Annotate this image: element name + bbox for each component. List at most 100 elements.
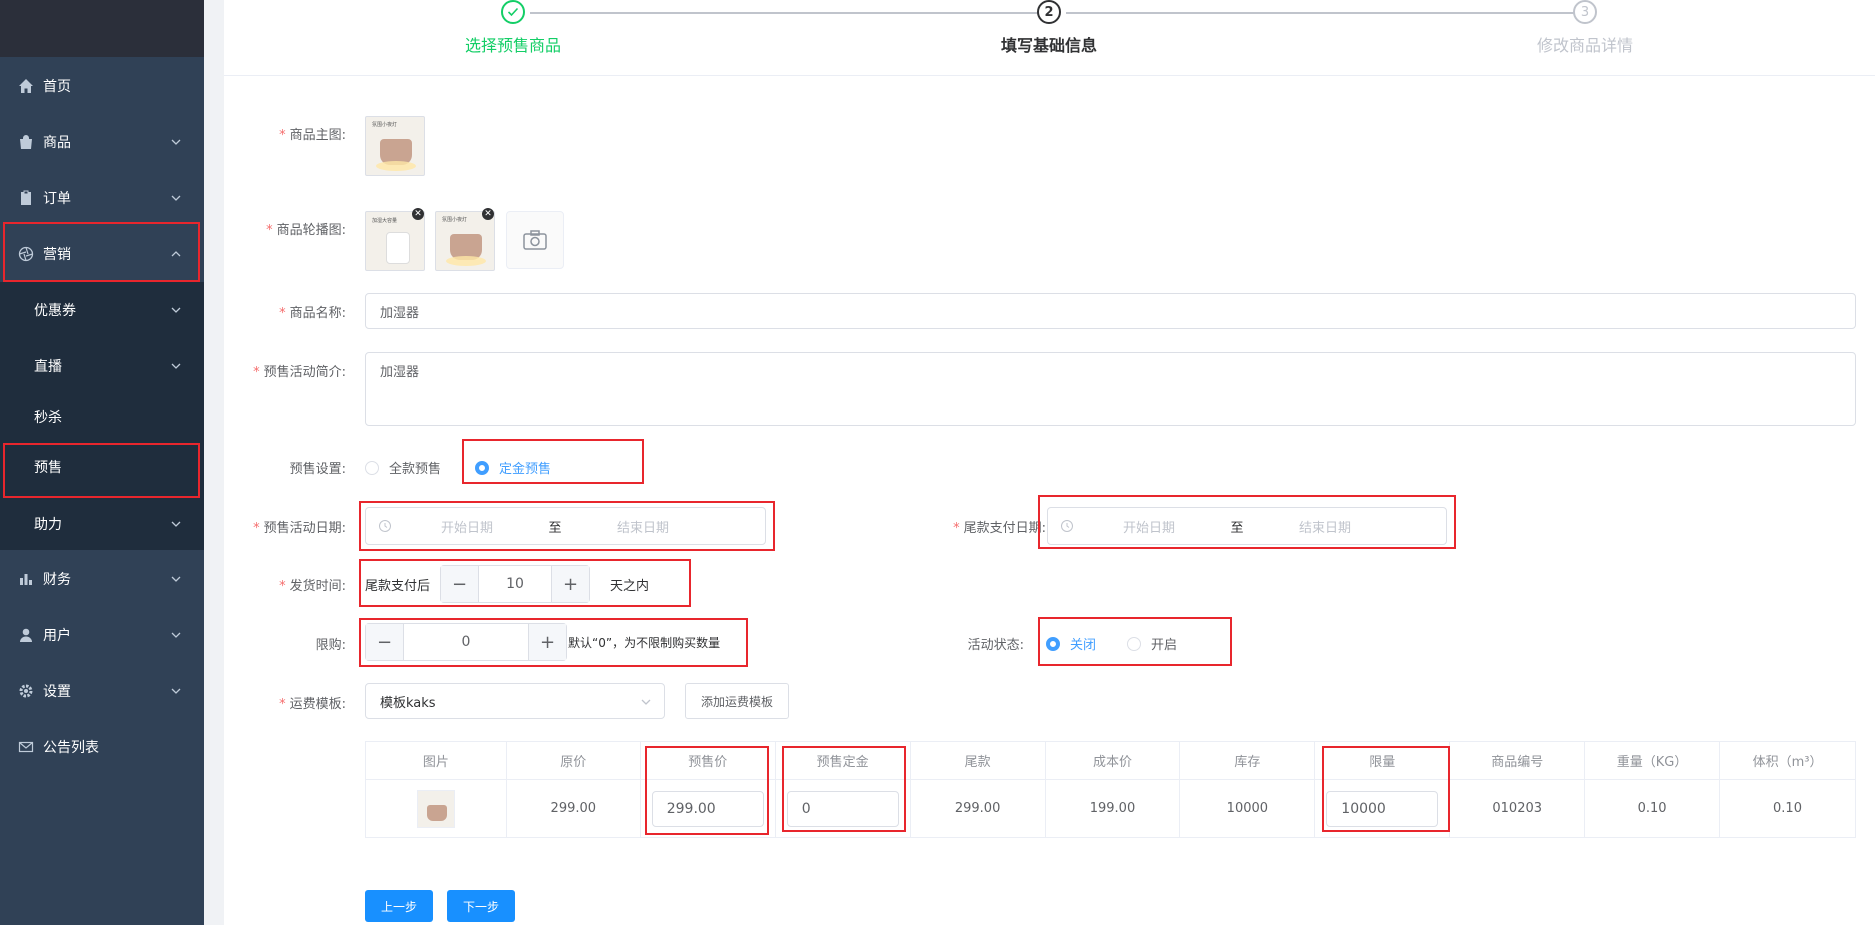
start-date-placeholder: 开始日期: [440, 520, 493, 536]
clock-icon: [379, 520, 391, 532]
table-header: 尾款: [909, 741, 1046, 780]
sidebar-item-settings[interactable]: 设置: [0, 663, 204, 719]
chevron-down-icon: [171, 576, 181, 582]
ship-days-stepper[interactable]: − 10 +: [440, 565, 590, 603]
step-1-check-icon: [501, 0, 525, 24]
step-2-title: 填写基础信息: [1000, 36, 1097, 55]
radio-status-on[interactable]: 开启: [1127, 634, 1177, 653]
ship-days-value[interactable]: 10: [479, 566, 551, 602]
sidebar-item-label: 用户: [43, 628, 71, 644]
thumb-caption: 氛围小夜灯: [372, 122, 398, 128]
chevron-down-icon: [171, 688, 181, 694]
sidebar-item-live[interactable]: 直播: [0, 338, 204, 394]
table-row: 299.00 299.00 0 299.00 199.00 10000 1000…: [365, 779, 1856, 838]
range-separator: 至: [1230, 520, 1244, 536]
mail-icon: [17, 738, 35, 756]
sidebar-item-home[interactable]: 首页: [0, 58, 204, 114]
increment-button[interactable]: +: [551, 566, 589, 602]
main-image[interactable]: 氛围小夜灯: [365, 116, 425, 176]
decrement-button[interactable]: −: [366, 624, 404, 660]
table-header-row: 图片 原价 预售价 预售定金 尾款 成本价 库存 限量 商品编号 重量（KG） …: [365, 741, 1856, 780]
step-connector: [530, 12, 1048, 14]
sidebar-item-marketing[interactable]: 营销: [0, 226, 204, 282]
radio-dot: [475, 460, 489, 475]
table-cell: 0.10: [1584, 779, 1721, 838]
sidebar-item-seckill[interactable]: 秒杀: [0, 392, 204, 442]
table-header: 商品编号: [1449, 741, 1586, 780]
thumb-caption: 加湿大容量: [372, 218, 398, 224]
prev-step-button[interactable]: 上一步: [365, 890, 433, 922]
chevron-down-icon: [171, 307, 181, 313]
decrement-button[interactable]: −: [441, 566, 479, 602]
table-cell: 199.00: [1044, 779, 1181, 838]
freight-select[interactable]: 模板kaks: [365, 683, 665, 719]
increment-button[interactable]: +: [528, 624, 566, 660]
main-image-label: * 商品主图:: [279, 128, 346, 143]
sidebar-item-assist[interactable]: 助力: [0, 496, 204, 552]
sku-table: 图片 原价 预售价 预售定金 尾款 成本价 库存 限量 商品编号 重量（KG） …: [365, 741, 1856, 838]
radio-status-off[interactable]: 关闭: [1046, 634, 1096, 653]
sidebar-item-coupon[interactable]: 优惠券: [0, 282, 204, 338]
chevron-up-icon: [171, 251, 181, 257]
table-cell: 10000: [1314, 779, 1451, 838]
limit-value[interactable]: 0: [404, 624, 528, 660]
sidebar-item-notice[interactable]: 公告列表: [0, 719, 204, 775]
chevron-down-icon: [171, 195, 181, 201]
table-header: 原价: [505, 741, 641, 780]
sidebar-item-label: 订单: [43, 191, 71, 207]
sidebar-item-label: 优惠券: [34, 303, 76, 319]
intro-textarea[interactable]: 加湿器: [365, 352, 1856, 426]
activity-date-range[interactable]: 开始日期 至 结束日期: [365, 507, 766, 545]
chevron-down-icon: [641, 699, 651, 705]
deposit-input[interactable]: 0: [786, 790, 899, 827]
add-freight-template-button[interactable]: 添加运费模板: [685, 683, 789, 719]
radio-dot: [365, 460, 379, 475]
ship-suffix: 天之内: [610, 579, 650, 594]
sidebar-item-orders[interactable]: 订单: [0, 170, 204, 226]
sidebar-item-label: 直播: [34, 359, 62, 375]
step-connector: [1066, 12, 1584, 14]
product-shape: [386, 232, 410, 264]
upload-button[interactable]: [506, 211, 564, 269]
limit-label: 限购:: [315, 638, 346, 653]
freight-selected-value: 模板kaks: [380, 695, 436, 711]
limit-quantity-input[interactable]: 10000: [1326, 790, 1439, 827]
range-separator: 至: [548, 520, 562, 536]
radio-deposit[interactable]: 定金预售: [475, 458, 551, 477]
step-2-number: 2: [1037, 0, 1061, 24]
radio-label: 开启: [1151, 638, 1178, 653]
sidebar-item-label: 设置: [43, 684, 71, 700]
home-icon: [17, 77, 35, 95]
table-cell: 10000: [1179, 779, 1316, 838]
product-glow: [376, 161, 416, 171]
carousel-image-2[interactable]: 氛围小夜灯: [435, 211, 495, 271]
radio-full-payment[interactable]: 全款预售: [365, 458, 441, 477]
table-header: 重量（KG）: [1584, 741, 1721, 780]
sidebar-item-label: 秒杀: [34, 410, 62, 426]
bar-chart-icon: [17, 570, 35, 588]
final-pay-date-label: * 尾款支付日期:: [953, 521, 1046, 536]
sidebar-item-users[interactable]: 用户: [0, 607, 204, 663]
name-label: * 商品名称:: [279, 306, 346, 321]
sidebar-item-label: 助力: [34, 517, 62, 533]
table-header: 体积（m³）: [1719, 741, 1856, 780]
sidebar-item-goods[interactable]: 商品: [0, 114, 204, 170]
chevron-down-icon: [171, 632, 181, 638]
name-input[interactable]: 加湿器: [365, 293, 1856, 329]
carousel-image-1[interactable]: 加湿大容量: [365, 211, 425, 271]
final-pay-date-range[interactable]: 开始日期 至 结束日期: [1047, 507, 1447, 545]
clock-icon: [1061, 520, 1073, 532]
next-step-button[interactable]: 下一步: [447, 890, 515, 922]
remove-icon[interactable]: ✕: [482, 208, 494, 220]
remove-icon[interactable]: ✕: [412, 208, 424, 220]
step-3-title: 修改商品详情: [1536, 36, 1633, 55]
table-header: 成本价: [1044, 741, 1181, 780]
sidebar-item-label: 营销: [43, 247, 71, 263]
presale-price-input[interactable]: 299.00: [651, 790, 764, 827]
clipboard-icon: [17, 189, 35, 207]
limit-stepper[interactable]: − 0 +: [365, 623, 567, 661]
sidebar-item-finance[interactable]: 财务: [0, 551, 204, 607]
sidebar-logo-area: [0, 0, 204, 57]
sidebar-item-presale[interactable]: 预售: [0, 442, 204, 492]
sidebar-item-label: 预售: [34, 460, 62, 476]
